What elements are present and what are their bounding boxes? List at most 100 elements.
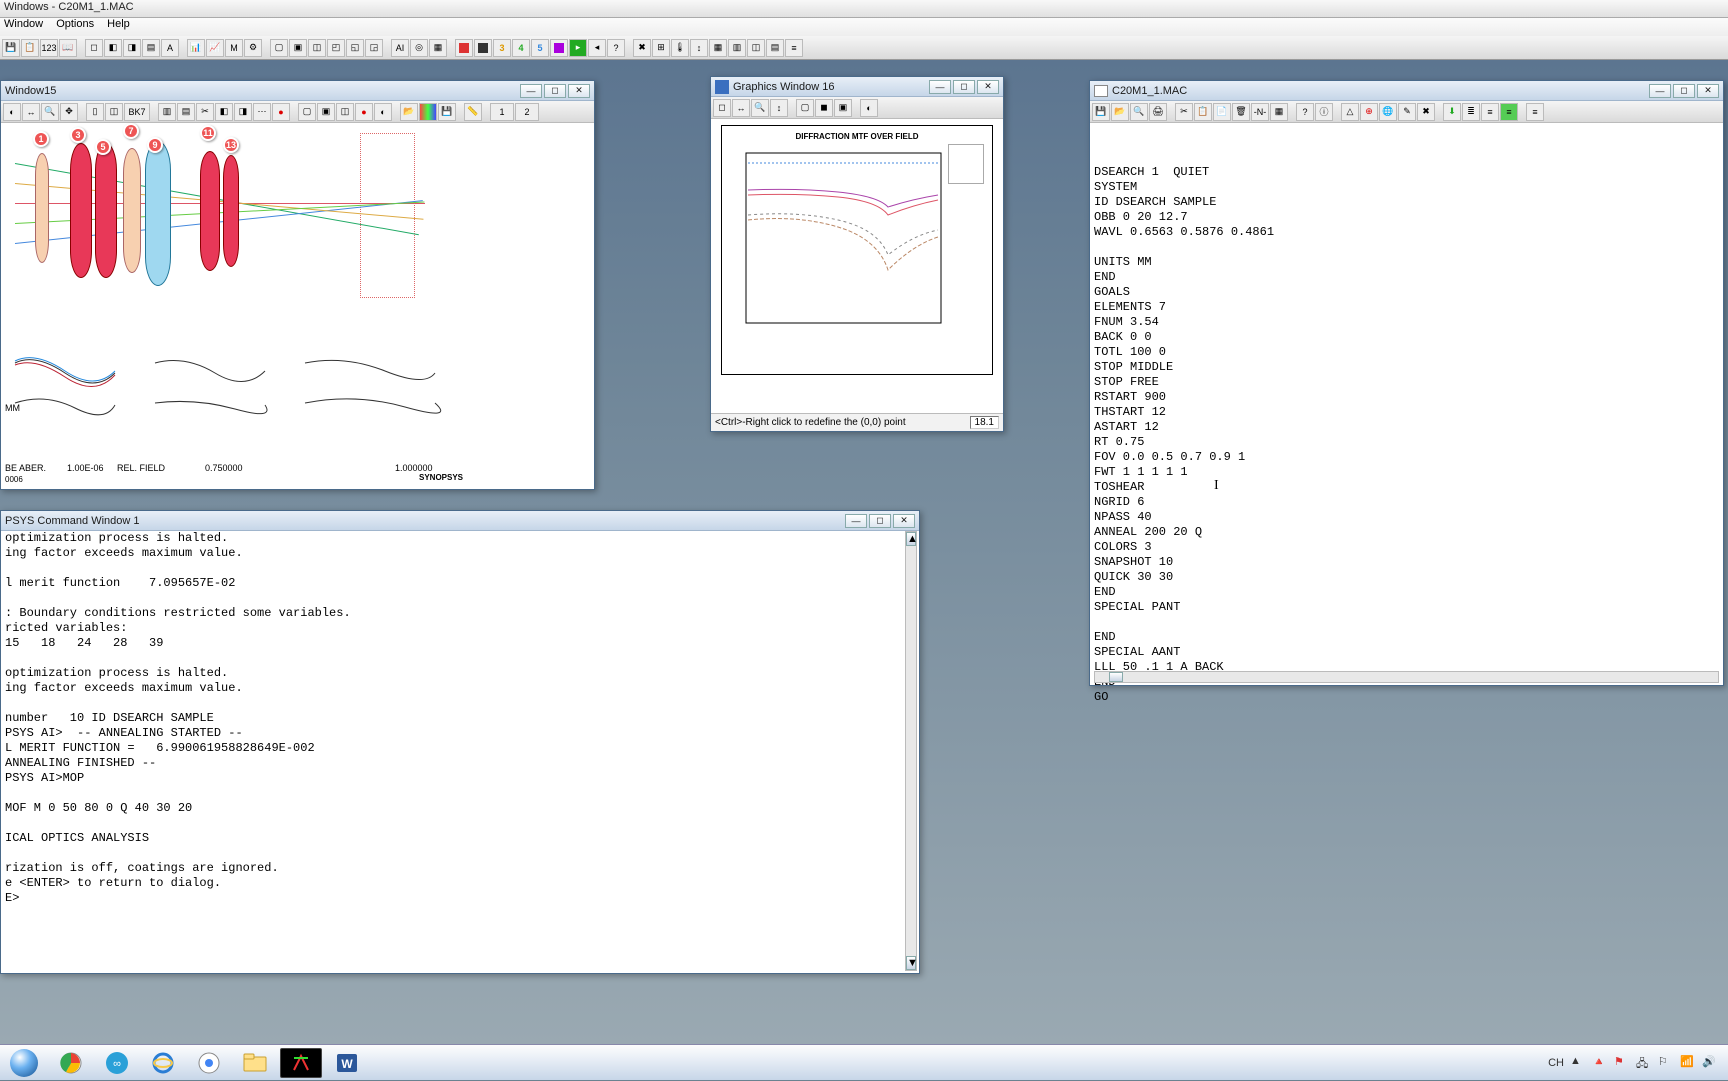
vscrollbar[interactable]: ▲ ▼ bbox=[905, 531, 917, 971]
g3[interactable]: ↕ bbox=[770, 99, 788, 117]
t9[interactable]: ◫ bbox=[336, 103, 354, 121]
t6[interactable]: ◨ bbox=[234, 103, 252, 121]
move-icon[interactable]: ✥ bbox=[60, 103, 78, 121]
e-copy-icon[interactable]: 📋 bbox=[1194, 103, 1212, 121]
e-print-icon[interactable]: 🖨 bbox=[1149, 103, 1167, 121]
tb-c7[interactable]: ▸ bbox=[569, 39, 587, 57]
tray-flag-icon[interactable]: 🔺 bbox=[1592, 1055, 1608, 1071]
e-list2-icon[interactable]: ≡ bbox=[1481, 103, 1499, 121]
tb-d6[interactable]: ▥ bbox=[728, 39, 746, 57]
editor-text[interactable]: DSEARCH 1 QUIET SYSTEM ID DSEARCH SAMPLE… bbox=[1094, 165, 1727, 705]
ie-icon[interactable] bbox=[142, 1048, 184, 1078]
tb-c2[interactable] bbox=[474, 39, 492, 57]
tb-win3-icon[interactable]: ◨ bbox=[123, 39, 141, 57]
cloud-icon[interactable]: ∞ bbox=[96, 1048, 138, 1078]
restore-button[interactable]: ◻ bbox=[953, 80, 975, 94]
e-globe-icon[interactable]: 🌐 bbox=[1379, 103, 1397, 121]
tb-ao-icon[interactable]: ◎ bbox=[410, 39, 428, 57]
t8[interactable]: ▣ bbox=[317, 103, 335, 121]
e-menu-icon[interactable]: ≡ bbox=[1526, 103, 1544, 121]
e-save-icon[interactable]: 💾 bbox=[1092, 103, 1110, 121]
e-n-icon[interactable]: -N- bbox=[1251, 103, 1269, 121]
minimize-button[interactable]: — bbox=[929, 80, 951, 94]
restore-button[interactable]: ◻ bbox=[1673, 84, 1695, 98]
e-cut-icon[interactable]: ✂ bbox=[1175, 103, 1193, 121]
win15-titlebar[interactable]: Window15 — ◻ ✕ bbox=[1, 81, 594, 101]
tb-d2[interactable]: ⊞ bbox=[652, 39, 670, 57]
vscroll-up[interactable]: ▲ bbox=[906, 532, 916, 546]
tb-b3-icon[interactable]: ◫ bbox=[308, 39, 326, 57]
tb-d5[interactable]: ▦ bbox=[709, 39, 727, 57]
tray-net-icon[interactable]: 🖧 bbox=[1636, 1055, 1652, 1071]
word-icon[interactable]: W bbox=[326, 1048, 368, 1078]
tb-win1-icon[interactable]: ◻ bbox=[85, 39, 103, 57]
t10[interactable]: ◐ bbox=[374, 103, 392, 121]
dots-icon[interactable]: ⋯ bbox=[253, 103, 271, 121]
tb-d7[interactable]: ◫ bbox=[747, 39, 765, 57]
tb-chart-icon[interactable]: 📊 bbox=[187, 39, 205, 57]
e-list-icon[interactable]: ≣ bbox=[1462, 103, 1480, 121]
g6[interactable]: ▣ bbox=[834, 99, 852, 117]
minimize-button[interactable]: — bbox=[1649, 84, 1671, 98]
ruler-icon[interactable]: 📏 bbox=[464, 103, 482, 121]
bk7-icon[interactable]: BK7 bbox=[124, 103, 150, 121]
tb-b4-icon[interactable]: ◰ bbox=[327, 39, 345, 57]
menu-window[interactable]: Window bbox=[4, 18, 43, 30]
tb-c3[interactable]: 3 bbox=[493, 39, 511, 57]
e-del-icon[interactable]: 🗑 bbox=[1232, 103, 1250, 121]
minimize-button[interactable]: — bbox=[845, 514, 867, 528]
arrow-icon[interactable]: ↔ bbox=[22, 103, 40, 121]
e-find-icon[interactable]: 🔍 bbox=[1130, 103, 1148, 121]
t1[interactable]: ▯ bbox=[86, 103, 104, 121]
tb-book-icon[interactable]: 📖 bbox=[59, 39, 77, 57]
save2-icon[interactable]: 💾 bbox=[438, 103, 456, 121]
close-button[interactable]: ✕ bbox=[568, 84, 590, 98]
tb-c5[interactable]: 5 bbox=[531, 39, 549, 57]
g4[interactable]: ▢ bbox=[796, 99, 814, 117]
tb-b6-icon[interactable]: ◲ bbox=[365, 39, 383, 57]
cut-icon[interactable]: ✂ bbox=[196, 103, 214, 121]
e-x-icon[interactable]: ✖ bbox=[1417, 103, 1435, 121]
tb-d1[interactable]: ✖ bbox=[633, 39, 651, 57]
t4[interactable]: ▤ bbox=[177, 103, 195, 121]
close-button[interactable]: ✕ bbox=[1697, 84, 1719, 98]
tb-save-icon[interactable]: 💾 bbox=[2, 39, 20, 57]
g7[interactable]: ◐ bbox=[860, 99, 878, 117]
tb-win2-icon[interactable]: ◧ bbox=[104, 39, 122, 57]
rec2-icon[interactable]: ● bbox=[355, 103, 373, 121]
tb-c4[interactable]: 4 bbox=[512, 39, 530, 57]
restore-button[interactable]: ◻ bbox=[544, 84, 566, 98]
g5[interactable]: ◼ bbox=[815, 99, 833, 117]
draw-icon[interactable]: ◐ bbox=[3, 103, 21, 121]
e-plus-icon[interactable]: ⊕ bbox=[1360, 103, 1378, 121]
t2[interactable]: ◫ bbox=[105, 103, 123, 121]
zoom2-icon[interactable]: 🔍 bbox=[751, 99, 769, 117]
tb-123-icon[interactable]: 123 bbox=[40, 39, 58, 57]
command-text[interactable]: optimization process is halted. ing fact… bbox=[5, 531, 903, 969]
cmd-titlebar[interactable]: PSYS Command Window 1 — ◻ ✕ bbox=[1, 511, 919, 531]
e-info-icon[interactable]: ⓘ bbox=[1315, 103, 1333, 121]
page1[interactable]: 1 bbox=[490, 103, 514, 121]
tray-vol-icon[interactable]: 🔊 bbox=[1702, 1055, 1718, 1071]
optics-app-icon[interactable] bbox=[280, 1048, 322, 1078]
menu-help[interactable]: Help bbox=[107, 18, 130, 30]
tb-ai-icon[interactable]: AI bbox=[391, 39, 409, 57]
vscroll-down[interactable]: ▼ bbox=[906, 956, 916, 970]
minimize-button[interactable]: — bbox=[520, 84, 542, 98]
tb-b1-icon[interactable]: ▢ bbox=[270, 39, 288, 57]
tb-d9[interactable]: ≡ bbox=[785, 39, 803, 57]
open-icon[interactable]: 📂 bbox=[400, 103, 418, 121]
e-help-icon[interactable]: ? bbox=[1296, 103, 1314, 121]
hscrollbar[interactable] bbox=[1094, 671, 1719, 683]
page2[interactable]: 2 bbox=[515, 103, 539, 121]
tb-b2-icon[interactable]: ▣ bbox=[289, 39, 307, 57]
close-button[interactable]: ✕ bbox=[893, 514, 915, 528]
lang-indicator[interactable]: CH bbox=[1548, 1057, 1564, 1069]
e-paste-icon[interactable]: 📄 bbox=[1213, 103, 1231, 121]
tb-at-icon[interactable]: ▦ bbox=[429, 39, 447, 57]
bars-icon[interactable] bbox=[419, 103, 437, 121]
rec-icon[interactable]: ● bbox=[272, 103, 290, 121]
tb-chart2-icon[interactable]: 📈 bbox=[206, 39, 224, 57]
tb-text-icon[interactable]: A bbox=[161, 39, 179, 57]
t3[interactable]: ▥ bbox=[158, 103, 176, 121]
